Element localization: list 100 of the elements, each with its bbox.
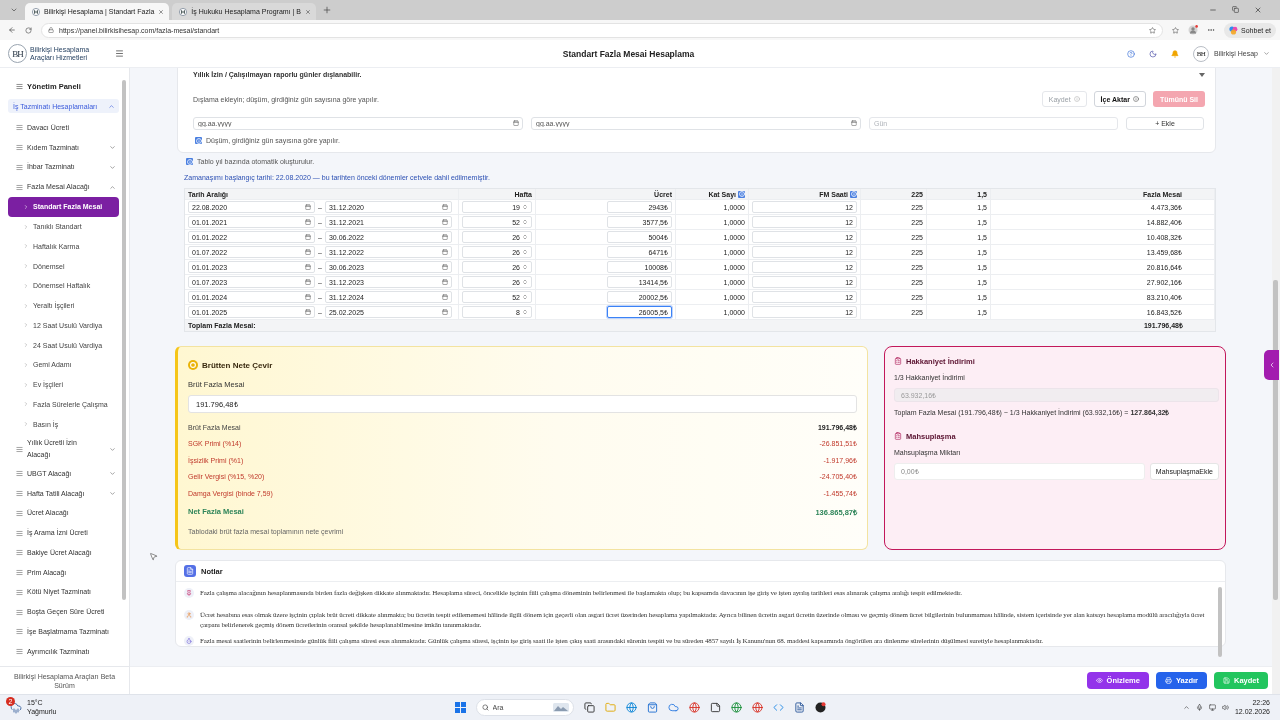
microphone-icon[interactable]: [1195, 704, 1203, 711]
document-icon[interactable]: [793, 702, 805, 713]
list-icon: [16, 470, 23, 478]
restore-icon[interactable]: [1232, 6, 1239, 13]
chevron-right-icon: [23, 243, 29, 250]
chevron-down-icon[interactable]: [10, 6, 18, 14]
calendar-icon: [305, 249, 311, 255]
calendar-icon: [441, 204, 448, 210]
cloud-icon[interactable]: [667, 702, 679, 713]
list-icon: [16, 608, 23, 616]
calendar-icon: [441, 264, 448, 270]
chevron-down-icon: [109, 470, 116, 478]
list-icon: [16, 82, 23, 90]
list-icon: [16, 648, 23, 656]
spinner-icon: [522, 204, 528, 210]
page-title: Standart Fazla Mesai Hesaplama: [562, 48, 695, 59]
spinner-icon: [522, 234, 528, 240]
cursor-icon: [149, 552, 158, 561]
thumbnail-image: [552, 703, 569, 712]
calendar-icon: [305, 294, 311, 300]
more-icon[interactable]: [1207, 26, 1216, 34]
calendar-icon: [513, 120, 519, 126]
chevron-right-icon: [23, 223, 29, 230]
side-panel-tab[interactable]: [1264, 350, 1279, 380]
chevron-right-icon: [23, 401, 29, 408]
favorites-icon[interactable]: [1172, 26, 1180, 34]
task-view-icon[interactable]: [583, 702, 595, 713]
spinner-icon: [522, 294, 528, 300]
windows-logo-icon[interactable]: [454, 702, 466, 713]
chevron-right-icon: [23, 421, 29, 428]
scrollbar[interactable]: [1273, 280, 1278, 600]
menu-icon[interactable]: [115, 49, 124, 58]
list-icon: [16, 144, 23, 152]
calendar-icon: [441, 219, 448, 225]
spinner-icon: [522, 219, 528, 225]
chevron-up-icon[interactable]: [1182, 704, 1190, 711]
chevron-down-icon: [109, 490, 116, 498]
moon-icon[interactable]: [1149, 49, 1158, 58]
chevron-right-icon: [23, 381, 29, 388]
chevron-down-icon[interactable]: [1263, 50, 1270, 57]
back-icon[interactable]: [8, 26, 16, 34]
chevron-right-icon: [23, 282, 29, 289]
chevron-right-icon: [23, 322, 29, 329]
save-icon: [1223, 677, 1230, 684]
list-icon: [16, 549, 23, 557]
profile-icon[interactable]: [1188, 25, 1199, 35]
calendar-icon: [441, 279, 448, 285]
bell-icon[interactable]: [1171, 49, 1180, 58]
globe-icon[interactable]: [688, 702, 700, 713]
plus-icon[interactable]: [321, 4, 333, 16]
document-icon: [184, 565, 196, 577]
info-icon: [186, 158, 193, 165]
calendar-icon: [305, 264, 311, 270]
spinner-icon: [522, 279, 528, 285]
chevron-down-icon: [109, 163, 116, 171]
card-title: Brütten Nete Çevir: [202, 360, 273, 370]
speaker-icon[interactable]: [1221, 704, 1229, 711]
monitor-icon[interactable]: [1208, 704, 1216, 711]
site-logo-icon: [179, 7, 188, 16]
reload-icon[interactable]: [25, 26, 32, 34]
calendar-icon: [441, 309, 448, 315]
shopping-bag-icon[interactable]: [646, 702, 658, 713]
list-icon: [16, 445, 23, 453]
star-icon[interactable]: [1149, 26, 1157, 34]
caret-down-icon[interactable]: [1199, 72, 1205, 77]
list-icon: [16, 163, 23, 171]
list-icon: [16, 509, 23, 517]
list-icon: [16, 588, 23, 596]
scrollbar[interactable]: [122, 80, 126, 600]
chevron-up-icon: [109, 183, 116, 191]
globe-icon[interactable]: [625, 702, 637, 713]
list-icon: [16, 490, 23, 498]
globe-icon[interactable]: [751, 702, 763, 713]
calendar-icon: [305, 309, 311, 315]
close-icon[interactable]: [304, 8, 311, 15]
rain-cloud-icon[interactable]: [10, 701, 22, 714]
info-icon: [1073, 96, 1080, 102]
sticky-note-icon[interactable]: [709, 702, 721, 713]
close-icon[interactable]: [1254, 6, 1262, 14]
help-icon[interactable]: [1127, 49, 1136, 58]
scrollbar[interactable]: [1218, 587, 1222, 657]
spinner-icon: [522, 249, 528, 255]
close-icon[interactable]: [158, 8, 165, 15]
chevron-right-icon: [23, 342, 29, 349]
pin-icon: [184, 588, 194, 598]
lock-icon: [48, 27, 54, 33]
chevron-right-icon: [23, 263, 29, 270]
info-icon: [1132, 96, 1139, 102]
calendar-icon: [305, 219, 311, 225]
eye-icon: [1095, 677, 1103, 684]
globe-icon[interactable]: [730, 702, 742, 713]
chevron-down-icon: [109, 144, 116, 152]
printer-icon: [1164, 677, 1172, 684]
coin-icon: [188, 360, 198, 370]
minimize-icon[interactable]: [1209, 6, 1217, 14]
calendar-icon: [851, 120, 857, 126]
chevron-right-icon: [23, 361, 29, 368]
circle-icon[interactable]: [814, 702, 826, 713]
clipboard-icon: [894, 357, 902, 365]
code-icon[interactable]: [772, 702, 784, 713]
